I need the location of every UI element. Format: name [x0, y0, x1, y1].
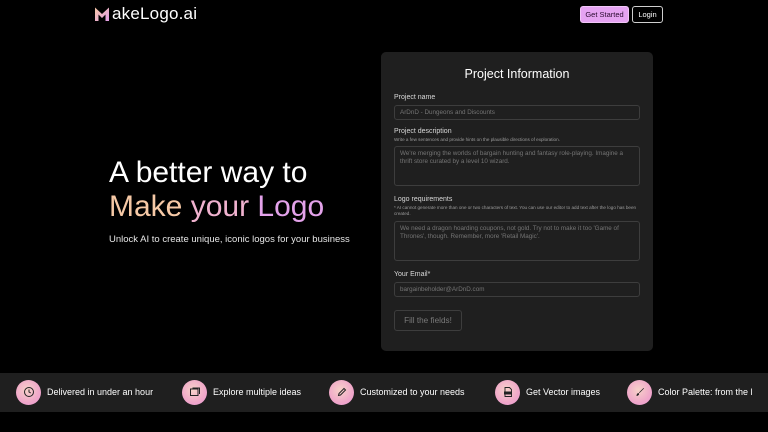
hero-word-logo: Logo — [257, 190, 325, 223]
feature-label: Delivered in under an hour — [47, 387, 154, 397]
project-name-input[interactable] — [394, 105, 640, 120]
features-strip: Delivered in under an hour Explore multi… — [0, 373, 768, 412]
feature-item: Get Vector images — [495, 379, 600, 405]
clock-icon — [16, 379, 41, 405]
brand-name: akeLogo.ai — [112, 4, 198, 23]
feature-label: Color Palette: from the l — [658, 387, 753, 397]
project-description-input[interactable] — [394, 146, 640, 186]
hero-word-your: your — [190, 190, 250, 223]
brush-icon — [627, 379, 652, 405]
hero-word-make: Make — [109, 190, 183, 223]
form-title: Project Information — [464, 67, 570, 81]
project-description-label: Project description — [394, 128, 452, 135]
submit-button[interactable]: Fill the fields! — [394, 310, 462, 331]
project-name-label: Project name — [394, 94, 436, 101]
m-logo-icon — [95, 7, 109, 21]
feature-label: Explore multiple ideas — [213, 387, 302, 397]
logo-requirements-help: * AI cannot generate more than one or tw… — [394, 205, 637, 216]
email-input[interactable] — [394, 282, 640, 297]
hero-section: A better way to Make your Logo Unlock AI… — [109, 156, 379, 245]
logo-requirements-label: Logo requirements — [394, 196, 453, 203]
hero-headline-line2: Make your Logo — [109, 190, 379, 224]
hero-headline-line1: A better way to — [109, 156, 308, 189]
email-label: Your Email* — [394, 271, 431, 278]
feature-item: Explore multiple ideas — [182, 379, 301, 405]
feature-item: Delivered in under an hour — [16, 379, 153, 405]
top-bar: akeLogo.ai Get Started Login — [0, 0, 768, 30]
feature-label: Customized to your needs — [360, 387, 465, 397]
feature-label: Get Vector images — [526, 387, 601, 397]
feature-item: Customized to your needs — [329, 379, 465, 405]
brand-logo[interactable]: akeLogo.ai — [94, 3, 197, 25]
hero-subtitle: Unlock AI to create unique, iconic logos… — [109, 234, 350, 245]
pencil-icon — [329, 379, 354, 405]
get-started-button[interactable]: Get Started — [580, 6, 629, 23]
login-button[interactable]: Login — [632, 6, 663, 23]
project-description-help: Write a few sentences and provide hints … — [394, 137, 560, 142]
logo-requirements-input[interactable] — [394, 221, 640, 261]
gallery-icon — [182, 379, 207, 405]
svg-file-icon — [495, 379, 520, 405]
feature-item: Color Palette: from the l — [627, 379, 753, 405]
project-form-panel: Project Information Project name Project… — [381, 52, 653, 351]
